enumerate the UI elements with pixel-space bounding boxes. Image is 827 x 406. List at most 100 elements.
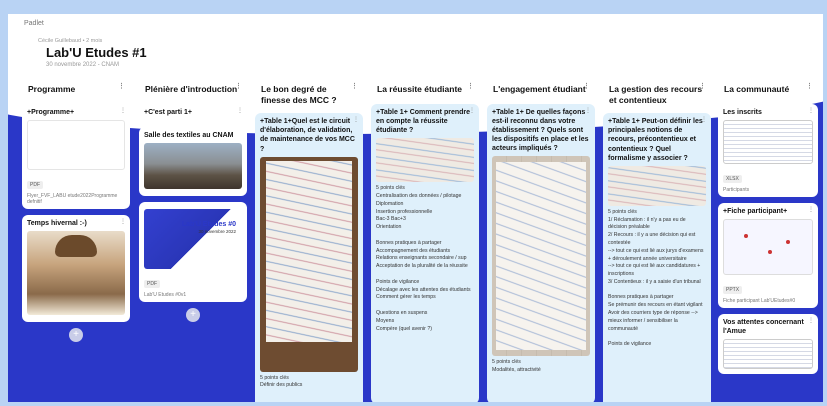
spreadsheet-thumbnail[interactable] (723, 120, 813, 165)
column-header[interactable]: La communauté ⋮ (718, 80, 818, 100)
post-card-slides[interactable]: Lab'U Etudes #0 30 novembre 2022 PDF Lab… (139, 202, 247, 303)
attachment-caption: Participants (723, 187, 750, 194)
knit-hat-shape (55, 235, 97, 258)
post-title: Temps hivernal :-) (27, 220, 87, 228)
column-title: La communauté (724, 84, 790, 94)
padlet-board: Padlet Cécile Guillebaud • 2 mois Lab'U … (8, 14, 823, 402)
notes-photo[interactable] (376, 138, 474, 183)
add-post-button[interactable]: + (186, 308, 200, 323)
column-header[interactable]: Le bon degré de finesse des MCC ? ⋮ (255, 80, 363, 110)
post-body: 5 points clés 1/ Réclamation : il n'y a … (608, 208, 704, 348)
board-title: Lab'U Etudes #1 (46, 45, 147, 60)
post-options-icon[interactable]: ⋮ (585, 107, 591, 114)
attachment-caption: Fiche participant Lab'UEtudes#0 (723, 298, 796, 305)
post-options-icon[interactable]: ⋮ (120, 107, 126, 114)
post-card-room[interactable]: Salle des textiles au CNAM (139, 127, 247, 197)
whiteboard-photo[interactable] (260, 156, 358, 372)
post-card-weather[interactable]: Temps hivernal :-) ⋮ (22, 215, 130, 323)
text-thumbnail[interactable] (723, 339, 813, 370)
board-subtitle: 30 novembre 2022 - CNAM (46, 62, 120, 68)
column-engagement: L'engagement étudiant ⋮ +Table 1+ De que… (487, 80, 595, 402)
column-communaute: La communauté ⋮ Les inscrits ⋮ XLSX Part… (718, 80, 818, 380)
post-title: +Table 1+ Comment prendre en compte la r… (376, 109, 471, 135)
column-header[interactable]: L'engagement étudiant ⋮ (487, 80, 595, 100)
column-title: Plénière d'introduction (145, 84, 238, 94)
post-options-icon[interactable]: ⋮ (808, 317, 814, 324)
map-thumbnail[interactable] (723, 219, 813, 276)
more-options-icon[interactable]: ⋮ (467, 83, 474, 92)
post-title: Les inscrits (723, 109, 762, 116)
post-card-recours[interactable]: +Table 1+ Peut-on définir les principale… (603, 113, 711, 402)
post-options-icon[interactable]: ⋮ (120, 218, 126, 225)
post-options-icon[interactable]: ⋮ (701, 116, 707, 123)
poster-photo[interactable] (492, 156, 590, 357)
post-card-start[interactable]: +C'est parti 1+ ⋮ (139, 104, 247, 122)
column-title: Le bon degré de finesse des MCC ? (261, 84, 337, 105)
column-title: Programme (28, 84, 76, 94)
post-body: 5 points clés Modalités, attractivité (492, 359, 541, 374)
more-options-icon[interactable]: ⋮ (583, 83, 590, 92)
group-photo[interactable] (144, 143, 242, 190)
column-title: L'engagement étudiant (493, 84, 586, 94)
file-type-badge: PDF (144, 280, 160, 289)
paper-sheet (496, 162, 586, 351)
board-header: Padlet Cécile Guillebaud • 2 mois Lab'U … (8, 14, 823, 78)
post-card-attentes[interactable]: Vos attentes concernant l'Amue ⋮ (718, 314, 818, 375)
board-meta: Cécile Guillebaud • 2 mois (38, 38, 103, 44)
slide-thumbnail[interactable]: Lab'U Etudes #0 30 novembre 2022 (144, 209, 242, 270)
slide-heading: Lab'U Etudes #0 30 novembre 2022 (182, 221, 236, 235)
column-recours: La gestion des recours et contentieux ⋮ … (603, 80, 711, 402)
document-thumbnail[interactable] (27, 120, 125, 171)
post-body: 5 points clés Centralisation des données… (376, 185, 471, 332)
paper-sheet (266, 160, 352, 342)
column-title: La réussite étudiante (377, 84, 463, 94)
column-title: La gestion des recours et contentieux (609, 84, 703, 105)
post-card-programme[interactable]: +Programme+ ⋮ PDF Flyer_FVF_LABU etude20… (22, 104, 130, 210)
post-title: +Table 1+ Peut-on définir les principale… (608, 118, 703, 162)
post-title: +Table 1+ De quelles façons est-il recon… (492, 109, 589, 153)
post-title: +Table 1+Quel est le circuit d'élaborati… (260, 118, 355, 153)
column-reussite: La réussite étudiante ⋮ +Table 1+ Commen… (371, 80, 479, 402)
attachment-caption: Lab'U Etudes #0v1 (144, 292, 187, 299)
post-title: +Fiche participant+ (723, 208, 788, 216)
add-post-button[interactable]: + (69, 328, 83, 343)
post-title: +C'est parti 1+ (144, 109, 192, 116)
column-header[interactable]: Plénière d'introduction ⋮ (139, 80, 247, 100)
browser-frame: Padlet Cécile Guillebaud • 2 mois Lab'U … (0, 0, 827, 406)
post-card-fiche[interactable]: +Fiche participant+ ⋮ PPTX Fiche partici… (718, 203, 818, 309)
notes-photo[interactable] (608, 165, 706, 206)
map-marker (768, 250, 772, 255)
more-options-icon[interactable]: ⋮ (699, 83, 706, 92)
map-marker (786, 240, 790, 245)
map-marker (744, 234, 748, 239)
more-options-icon[interactable]: ⋮ (351, 83, 358, 92)
slide-date: 30 novembre 2022 (198, 229, 236, 235)
more-options-icon[interactable]: ⋮ (806, 83, 813, 92)
file-type-badge: PDF (27, 181, 43, 190)
post-card-engagement[interactable]: +Table 1+ De quelles façons est-il recon… (487, 104, 595, 402)
attachment-caption: Flyer_FVF_LABU etude2022Programme defnit… (27, 193, 118, 206)
post-card-reussite[interactable]: +Table 1+ Comment prendre en compte la r… (371, 104, 479, 402)
brand-label: Padlet (24, 20, 44, 27)
column-pleniere: Plénière d'introduction ⋮ +C'est parti 1… (139, 80, 247, 323)
post-card-mcc[interactable]: +Table 1+Quel est le circuit d'élaborati… (255, 113, 363, 402)
post-title: Vos attentes concernant l'Amue (723, 319, 804, 336)
post-title: Salle des textiles au CNAM (144, 132, 234, 140)
column-mcc: Le bon degré de finesse des MCC ? ⋮ +Tab… (255, 80, 363, 402)
column-programme: Programme ⋮ +Programme+ ⋮ PDF Flyer_FVF_… (22, 80, 130, 343)
post-options-icon[interactable]: ⋮ (808, 206, 814, 213)
post-options-icon[interactable]: ⋮ (808, 107, 814, 114)
column-header[interactable]: La gestion des recours et contentieux ⋮ (603, 80, 711, 110)
more-options-icon[interactable]: ⋮ (118, 83, 125, 92)
post-options-icon[interactable]: ⋮ (353, 116, 359, 123)
cat-photo[interactable] (27, 231, 125, 316)
post-options-icon[interactable]: ⋮ (469, 107, 475, 114)
file-type-badge: XLSX (723, 175, 742, 184)
column-header[interactable]: La réussite étudiante ⋮ (371, 80, 479, 100)
post-card-inscrits[interactable]: Les inscrits ⋮ XLSX Participants (718, 104, 818, 198)
more-options-icon[interactable]: ⋮ (235, 83, 242, 92)
column-header[interactable]: Programme ⋮ (22, 80, 130, 100)
slide-title: Lab'U Etudes #0 (181, 221, 236, 229)
file-type-badge: PPTX (723, 286, 743, 295)
post-options-icon[interactable]: ⋮ (237, 107, 243, 114)
